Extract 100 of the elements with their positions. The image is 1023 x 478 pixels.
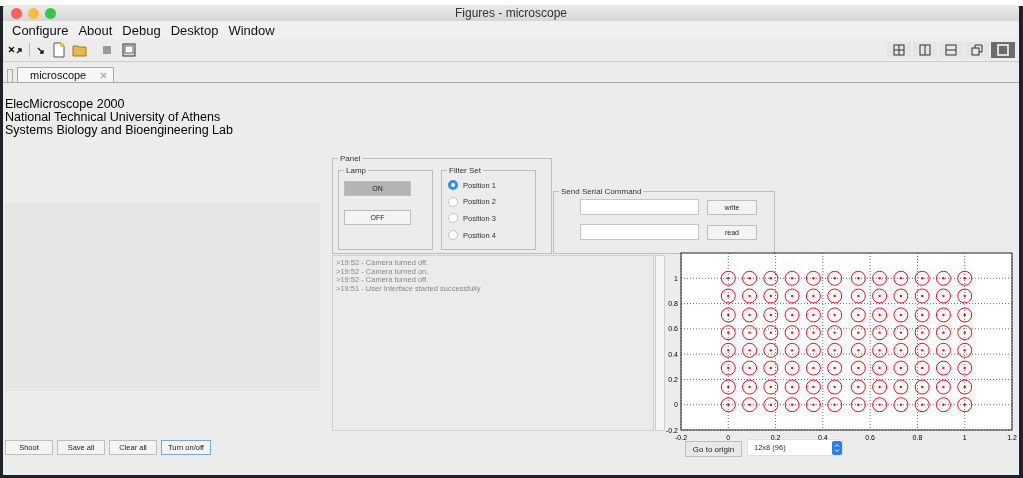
data-point bbox=[872, 307, 888, 323]
radio-button[interactable] bbox=[448, 196, 458, 207]
menu-item[interactable]: Debug bbox=[117, 22, 166, 38]
data-point bbox=[935, 325, 951, 341]
data-point bbox=[827, 270, 843, 286]
data-point bbox=[935, 270, 951, 286]
data-point bbox=[914, 379, 930, 395]
stop-icon[interactable] bbox=[102, 45, 112, 55]
data-point bbox=[893, 360, 909, 376]
data-point bbox=[784, 360, 800, 376]
data-point bbox=[805, 270, 821, 286]
menu-item[interactable]: Configure bbox=[7, 22, 74, 38]
header-text: National Technical University of Athens bbox=[5, 111, 222, 124]
data-point bbox=[850, 288, 866, 304]
data-point bbox=[935, 307, 951, 323]
data-point bbox=[763, 307, 779, 323]
data-point bbox=[784, 342, 800, 358]
data-point bbox=[914, 288, 930, 304]
layout-button[interactable] bbox=[939, 42, 963, 58]
layout-button[interactable] bbox=[965, 42, 989, 58]
data-point bbox=[957, 360, 973, 376]
layout-button[interactable] bbox=[991, 42, 1015, 58]
radio-button[interactable] bbox=[448, 213, 458, 224]
data-point bbox=[893, 325, 909, 341]
data-point bbox=[720, 360, 736, 376]
data-point bbox=[872, 360, 888, 376]
panel-title: Panel bbox=[339, 154, 362, 163]
close-tab-icon[interactable] bbox=[100, 71, 108, 79]
header-text: Systems Biology and Bioengineering Lab bbox=[5, 124, 233, 137]
data-point bbox=[805, 288, 821, 304]
data-point bbox=[742, 360, 758, 376]
data-point bbox=[935, 342, 951, 358]
command-field[interactable] bbox=[580, 199, 699, 215]
response-field[interactable] bbox=[580, 224, 699, 240]
data-point bbox=[957, 379, 973, 395]
data-point bbox=[742, 270, 758, 286]
data-point bbox=[893, 307, 909, 323]
data-point bbox=[720, 325, 736, 341]
data-point bbox=[872, 288, 888, 304]
data-point bbox=[805, 342, 821, 358]
menu-item[interactable]: Desktop bbox=[165, 22, 224, 38]
folder-icon[interactable] bbox=[72, 43, 88, 57]
data-point bbox=[784, 270, 800, 286]
data-point bbox=[957, 288, 973, 304]
data-point bbox=[784, 397, 800, 413]
new-file-icon[interactable] bbox=[52, 42, 66, 58]
data-point bbox=[893, 270, 909, 286]
data-point bbox=[827, 397, 843, 413]
data-point bbox=[893, 288, 909, 304]
data-point bbox=[742, 325, 758, 341]
data-point bbox=[827, 307, 843, 323]
data-point bbox=[850, 325, 866, 341]
data-point bbox=[763, 360, 779, 376]
data-point bbox=[805, 379, 821, 395]
close-icon[interactable] bbox=[11, 7, 22, 19]
data-point bbox=[805, 307, 821, 323]
undock-icon[interactable] bbox=[7, 44, 23, 56]
zoom-icon[interactable] bbox=[45, 7, 56, 19]
data-point bbox=[935, 360, 951, 376]
data-point bbox=[893, 342, 909, 358]
dropdown-arrows-icon bbox=[832, 440, 842, 455]
data-point bbox=[742, 307, 758, 323]
minimize-icon[interactable] bbox=[28, 7, 39, 19]
group-title: Filter Set bbox=[448, 166, 482, 175]
data-point bbox=[914, 397, 930, 413]
header-text: ElecMicroscope 2000 bbox=[5, 98, 126, 111]
data-point bbox=[893, 397, 909, 413]
data-point bbox=[742, 397, 758, 413]
layout-button[interactable] bbox=[913, 42, 937, 58]
data-point bbox=[763, 325, 779, 341]
data-point bbox=[763, 379, 779, 395]
data-point bbox=[957, 397, 973, 413]
group-title: Lamp bbox=[345, 166, 367, 175]
data-point bbox=[935, 379, 951, 395]
data-point bbox=[763, 270, 779, 286]
data-point bbox=[784, 325, 800, 341]
data-point bbox=[827, 379, 843, 395]
data-point bbox=[872, 379, 888, 395]
data-point bbox=[720, 307, 736, 323]
data-point bbox=[872, 342, 888, 358]
go-to-origin-button[interactable]: Go to origin bbox=[685, 441, 742, 457]
data-point bbox=[850, 342, 866, 358]
figure-tab[interactable]: microscope bbox=[17, 67, 115, 82]
data-point bbox=[827, 342, 843, 358]
data-point bbox=[914, 325, 930, 341]
data-point bbox=[805, 325, 821, 341]
data-point bbox=[957, 342, 973, 358]
window-icon[interactable] bbox=[122, 43, 136, 57]
data-point bbox=[935, 288, 951, 304]
radio-button[interactable] bbox=[448, 180, 458, 190]
menu-item[interactable]: Window bbox=[223, 22, 280, 38]
menu-item[interactable]: About bbox=[73, 22, 118, 38]
group-title: Send Serial Command bbox=[560, 187, 643, 196]
window-title: Figures - microscope bbox=[454, 6, 568, 20]
data-point bbox=[805, 360, 821, 376]
data-point bbox=[914, 342, 930, 358]
data-point bbox=[720, 342, 736, 358]
data-point bbox=[850, 397, 866, 413]
radio-button[interactable] bbox=[448, 230, 458, 241]
layout-button[interactable] bbox=[887, 42, 911, 58]
